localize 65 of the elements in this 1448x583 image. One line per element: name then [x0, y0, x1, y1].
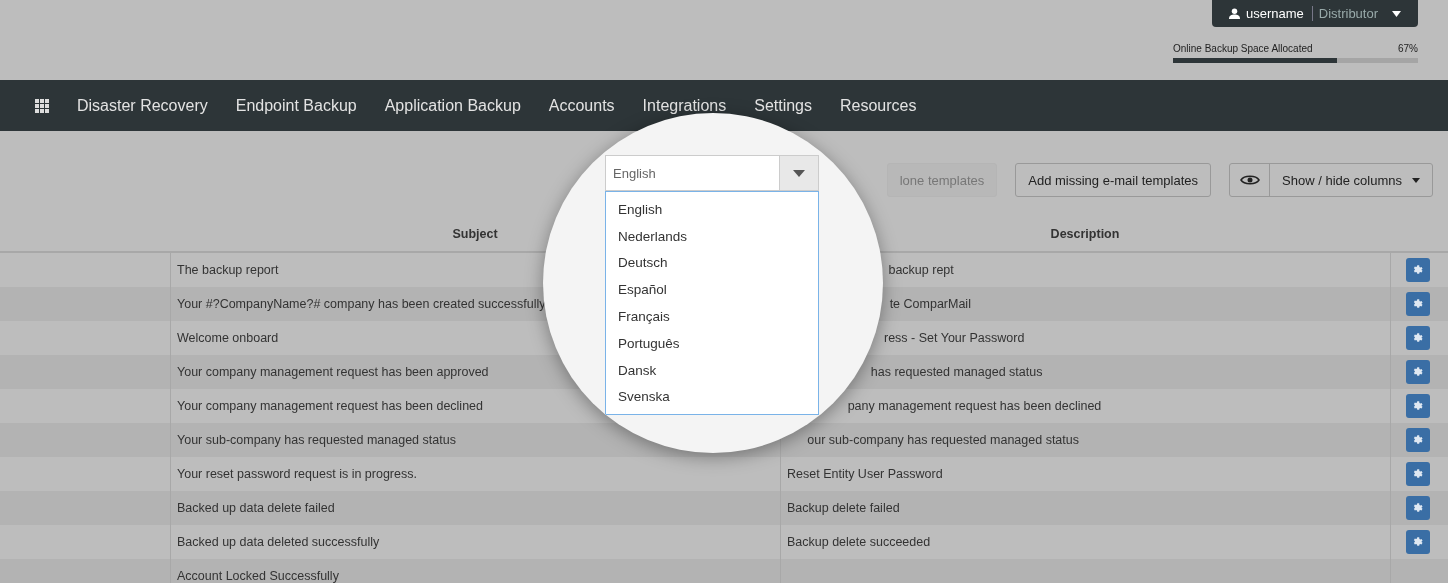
caret-icon [793, 169, 805, 177]
settings-button[interactable] [1406, 360, 1430, 384]
add-templates-button[interactable]: Add missing e-mail templates [1015, 163, 1212, 197]
gear-icon [1412, 502, 1424, 514]
subject-cell: Welcome onboard [177, 331, 279, 345]
settings-button[interactable] [1406, 258, 1430, 282]
subject-cell: Backed up data deleted successfully [177, 535, 380, 549]
user-icon [1228, 8, 1240, 19]
eye-icon [1239, 174, 1260, 186]
description-cell: te ComparMail [889, 297, 971, 311]
description-cell: Backup delete failed [787, 501, 900, 515]
nav-link[interactable]: Application Backup [384, 96, 521, 115]
nav-link[interactable]: Accounts [548, 96, 615, 115]
settings-button[interactable] [1406, 462, 1430, 486]
caret-icon [1392, 10, 1402, 17]
settings-button[interactable] [1406, 394, 1430, 418]
gear-icon [1412, 332, 1424, 344]
description-cell: Reset Entity User Password [787, 467, 943, 481]
gear-icon [1412, 434, 1424, 446]
settings-button[interactable] [1406, 326, 1430, 350]
gear-icon [1412, 400, 1424, 412]
subject-cell: Account Locked Successfully [177, 569, 339, 583]
language-option[interactable]: Dansk [606, 356, 818, 384]
gear-icon [1412, 468, 1424, 480]
description-cell: backup rept [888, 263, 954, 277]
caret-icon [1412, 177, 1420, 183]
nav-link[interactable]: Integrations [642, 96, 727, 115]
description-cell: ress - Set Your Password [884, 331, 1025, 345]
subject-cell: Your company management request has been approved [177, 365, 489, 379]
description-cell: our sub-company has requested managed status [807, 433, 1079, 447]
subject-cell: Backed up data delete failed [177, 501, 335, 515]
nav-link[interactable]: Resources [840, 96, 917, 115]
language-option[interactable]: Svenska [606, 383, 818, 411]
gear-icon [1412, 298, 1424, 310]
gear-icon [1412, 366, 1424, 378]
subject-cell: Your #?CompanyName?# company has been created successfully. [177, 297, 549, 311]
language-option[interactable]: English [606, 196, 818, 223]
language-select[interactable]: English [605, 155, 819, 191]
column-header: Subject [452, 226, 498, 241]
language-option[interactable]: Português [606, 330, 818, 357]
settings-button[interactable] [1406, 292, 1430, 316]
language-option[interactable]: Deutsch [606, 249, 818, 277]
gear-icon [1412, 264, 1424, 276]
apps-grid-icon[interactable] [35, 98, 49, 113]
description-cell: pany management request has been declined [847, 399, 1102, 413]
settings-button[interactable] [1406, 496, 1430, 520]
storage-percent: 67% [1398, 43, 1418, 54]
gear-icon [1412, 536, 1424, 548]
settings-button[interactable] [1406, 428, 1430, 452]
settings-button[interactable] [1406, 530, 1430, 554]
subject-cell: The backup report [177, 263, 279, 277]
nav-link[interactable]: Disaster Recovery [77, 96, 208, 115]
subject-cell: Your sub-company has requested managed status [177, 433, 456, 447]
storage-label: Online Backup Space Allocated [1173, 43, 1313, 54]
nav-link[interactable]: Endpoint Backup [235, 96, 357, 115]
nav-link[interactable]: Settings [754, 96, 812, 115]
column-header: Description [1050, 226, 1120, 241]
description-cell: has requested managed status [870, 365, 1043, 379]
language-option[interactable]: Nederlands [606, 222, 818, 250]
subject-cell: Your company management request has been declined [177, 399, 483, 413]
user-menu[interactable]: username Distributor [1212, 0, 1418, 27]
language-option[interactable]: Español [606, 276, 818, 304]
subject-cell: Your reset password request is in progress. [177, 467, 417, 481]
language-option[interactable]: Français [606, 303, 818, 330]
description-cell: Backup delete succeeded [787, 535, 931, 549]
